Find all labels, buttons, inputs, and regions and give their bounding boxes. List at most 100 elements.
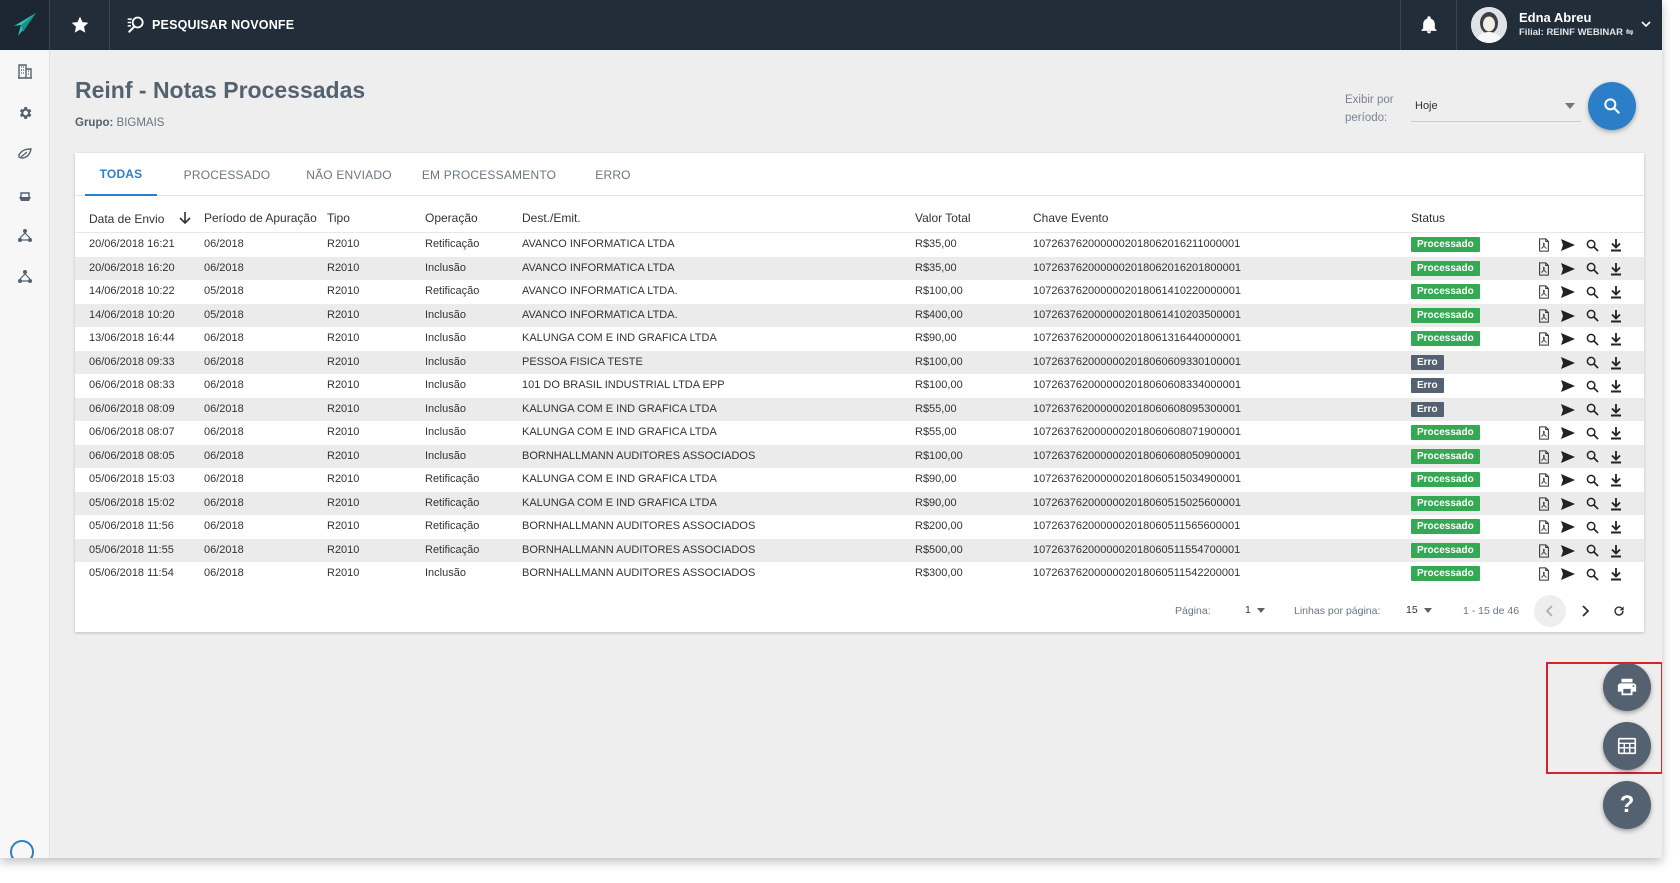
refresh-icon xyxy=(1614,606,1624,616)
view-button[interactable] xyxy=(1583,260,1601,278)
pdf-button[interactable] xyxy=(1535,260,1553,278)
view-button[interactable] xyxy=(1583,471,1601,489)
tab-nao-enviado[interactable]: NÃO ENVIADO xyxy=(289,153,409,196)
search-novonfe-button[interactable]: PESQUISAR NOVONFE xyxy=(126,0,294,50)
pdf-button[interactable] xyxy=(1535,565,1553,583)
cell-chave-evento: 1072637620000002018060515025600001 xyxy=(1033,496,1242,509)
view-button[interactable] xyxy=(1583,283,1601,301)
page-select[interactable]: 1 xyxy=(1245,604,1265,616)
col-valor-total[interactable]: Valor Total xyxy=(915,211,971,225)
sidebar-item-network[interactable] xyxy=(0,221,50,251)
col-chave-evento[interactable]: Chave Evento xyxy=(1033,211,1108,225)
prev-page-button[interactable] xyxy=(1534,595,1566,627)
download-button[interactable] xyxy=(1607,330,1625,348)
send-button[interactable] xyxy=(1559,495,1577,513)
download-button[interactable] xyxy=(1607,471,1625,489)
send-button[interactable] xyxy=(1559,283,1577,301)
download-button[interactable] xyxy=(1607,565,1625,583)
col-periodo[interactable]: Período de Apuração xyxy=(204,211,317,225)
send-button[interactable] xyxy=(1559,236,1577,254)
next-page-button[interactable] xyxy=(1569,595,1601,627)
download-button[interactable] xyxy=(1607,377,1625,395)
pdf-button[interactable] xyxy=(1535,542,1553,560)
help-button[interactable]: ? xyxy=(1603,781,1651,829)
network-icon xyxy=(18,229,32,242)
cell-chave-evento: 1072637620000002018060608050900001 xyxy=(1033,449,1242,462)
tab-processado[interactable]: PROCESSADO xyxy=(175,153,279,196)
cell-valor-total: R$500,00 xyxy=(915,543,963,556)
pdf-button[interactable] xyxy=(1535,424,1553,442)
status-badge: Processado xyxy=(1411,284,1480,299)
sidebar-bottom-indicator[interactable] xyxy=(10,840,34,858)
download-button[interactable] xyxy=(1607,354,1625,372)
download-button[interactable] xyxy=(1607,307,1625,325)
period-select[interactable]: Hoje xyxy=(1411,94,1581,122)
send-button[interactable] xyxy=(1559,542,1577,560)
tab-todas[interactable]: TODAS xyxy=(85,153,157,196)
col-status[interactable]: Status xyxy=(1411,211,1445,225)
download-button[interactable] xyxy=(1607,424,1625,442)
sidebar-item-settings[interactable] xyxy=(0,98,50,128)
download-button[interactable] xyxy=(1607,236,1625,254)
download-button[interactable] xyxy=(1607,260,1625,278)
app-logo[interactable] xyxy=(0,0,50,50)
view-button[interactable] xyxy=(1583,354,1601,372)
pdf-button[interactable] xyxy=(1535,307,1553,325)
view-button[interactable] xyxy=(1583,401,1601,419)
user-menu[interactable]: Edna Abreu Filial: REINF WEBINAR ⇋ xyxy=(1458,0,1662,50)
view-button[interactable] xyxy=(1583,377,1601,395)
help-icon: ? xyxy=(1619,791,1635,818)
download-button[interactable] xyxy=(1607,495,1625,513)
tab-em-processamento[interactable]: EM PROCESSAMENTO xyxy=(409,153,569,196)
send-button[interactable] xyxy=(1559,471,1577,489)
search-button[interactable] xyxy=(1588,82,1636,130)
view-button[interactable] xyxy=(1583,424,1601,442)
send-button[interactable] xyxy=(1559,377,1577,395)
view-button[interactable] xyxy=(1583,542,1601,560)
pdf-button[interactable] xyxy=(1535,448,1553,466)
pdf-button[interactable] xyxy=(1535,471,1553,489)
view-button[interactable] xyxy=(1583,448,1601,466)
view-button[interactable] xyxy=(1583,330,1601,348)
pdf-button[interactable] xyxy=(1535,236,1553,254)
send-button[interactable] xyxy=(1559,330,1577,348)
view-button[interactable] xyxy=(1583,518,1601,536)
table-export-button[interactable] xyxy=(1603,722,1651,770)
send-button[interactable] xyxy=(1559,401,1577,419)
sidebar-item-transport[interactable] xyxy=(0,180,50,210)
send-button[interactable] xyxy=(1559,448,1577,466)
send-button[interactable] xyxy=(1559,424,1577,442)
pdf-button[interactable] xyxy=(1535,495,1553,513)
send-button[interactable] xyxy=(1559,518,1577,536)
tab-erro[interactable]: ERRO xyxy=(569,153,657,196)
download-button[interactable] xyxy=(1607,401,1625,419)
pdf-button[interactable] xyxy=(1535,518,1553,536)
sidebar-item-companies[interactable] xyxy=(0,56,50,86)
col-data-envio[interactable]: Data de Envio xyxy=(89,211,192,226)
col-operacao[interactable]: Operação xyxy=(425,211,478,225)
download-button[interactable] xyxy=(1607,518,1625,536)
notifications-button[interactable] xyxy=(1400,0,1457,50)
send-button[interactable] xyxy=(1559,260,1577,278)
send-button[interactable] xyxy=(1559,354,1577,372)
send-button[interactable] xyxy=(1559,565,1577,583)
col-dest-emit[interactable]: Dest./Emit. xyxy=(522,211,581,225)
rows-per-page-select[interactable]: 15 xyxy=(1406,604,1432,616)
pdf-button[interactable] xyxy=(1535,330,1553,348)
view-button[interactable] xyxy=(1583,495,1601,513)
print-button[interactable] xyxy=(1603,663,1651,711)
send-button[interactable] xyxy=(1559,307,1577,325)
download-button[interactable] xyxy=(1607,283,1625,301)
download-button[interactable] xyxy=(1607,542,1625,560)
favorites-button[interactable] xyxy=(50,0,110,50)
view-button[interactable] xyxy=(1583,236,1601,254)
download-button[interactable] xyxy=(1607,448,1625,466)
sidebar-item-reinf[interactable] xyxy=(0,139,50,169)
col-tipo[interactable]: Tipo xyxy=(327,211,350,225)
view-button[interactable] xyxy=(1583,307,1601,325)
view-button[interactable] xyxy=(1583,565,1601,583)
pdf-button[interactable] xyxy=(1535,283,1553,301)
status-badge: Processado xyxy=(1411,542,1480,558)
refresh-button[interactable] xyxy=(1603,595,1635,627)
sidebar-item-network-2[interactable] xyxy=(0,262,50,292)
